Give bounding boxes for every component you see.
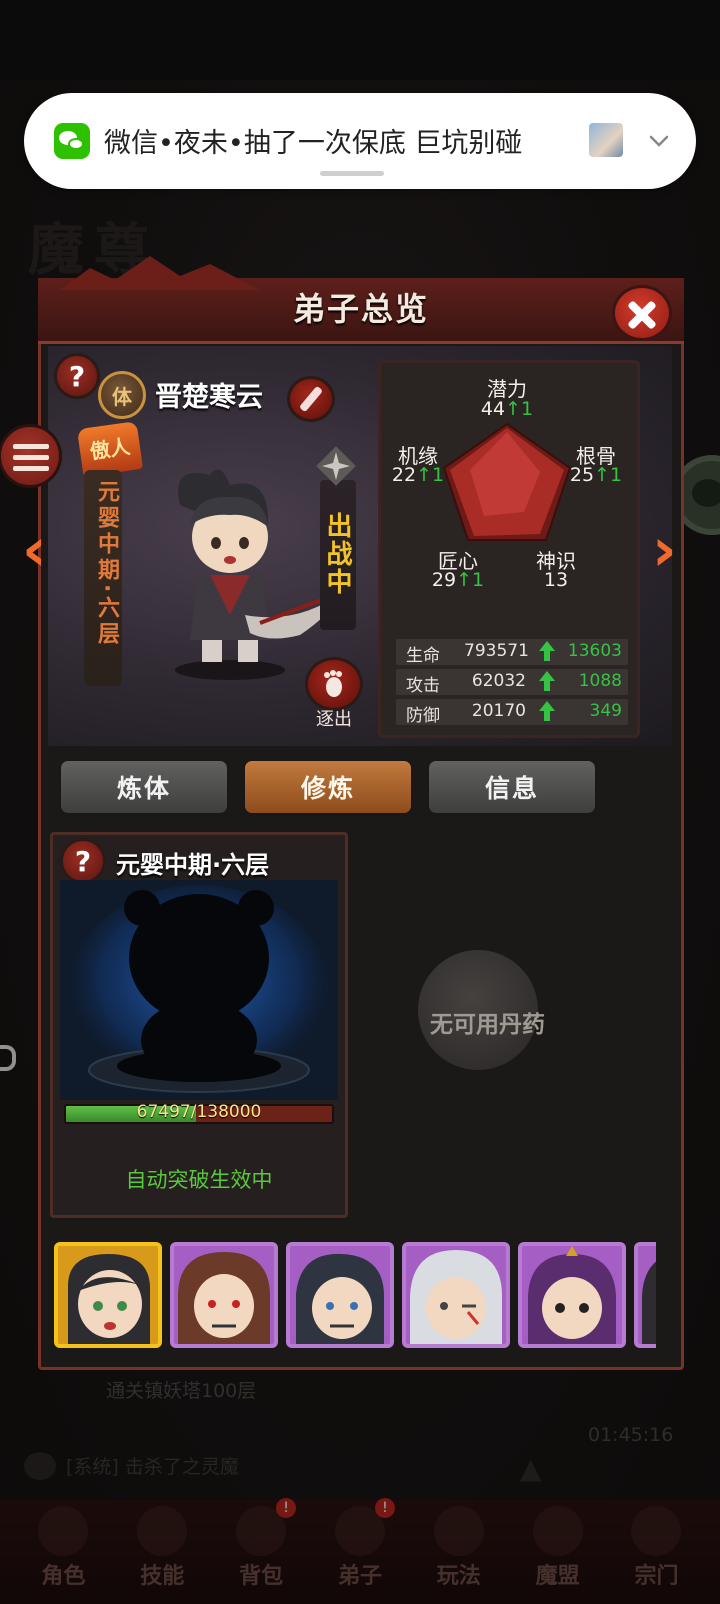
wechat-icon <box>54 123 90 159</box>
panel-title: 弟子总览 <box>292 290 429 328</box>
disciple-slot[interactable] <box>518 1242 626 1348</box>
stat-increase: 1088 <box>578 671 622 691</box>
attr-spirit-value: 13 <box>543 569 569 591</box>
up-arrow-icon: ↑ <box>456 569 472 591</box>
wechat-notification[interactable]: 微信•夜未•抽了一次保底 巨坑别碰 <box>24 93 696 189</box>
expel-label: 逐出 <box>316 709 352 730</box>
attr-inc: 1 <box>472 569 485 591</box>
combat-stat-row: 生命 793571 13603 <box>396 639 628 666</box>
menu-icon <box>13 444 49 449</box>
pen-icon <box>298 385 324 413</box>
deployed-status: 出战中 <box>322 512 352 596</box>
body-type-badge: 体 <box>98 371 146 419</box>
cultivation-realm: 元婴中期·六层 <box>116 851 270 879</box>
tab-cultivation[interactable]: 修炼 <box>242 758 414 816</box>
disciple-roster <box>48 1234 656 1352</box>
question-icon: ? <box>74 844 92 878</box>
up-arrow-icon: ↑ <box>505 398 521 420</box>
chevron-down-icon[interactable] <box>641 123 677 159</box>
stat-label: 生命 <box>406 646 440 666</box>
stat-value: 793571 <box>464 641 529 661</box>
menu-icon-bar <box>13 466 49 471</box>
meditation-silhouette-icon <box>60 880 338 1100</box>
status-bar-area <box>0 0 720 80</box>
tab-body-refining[interactable]: 炼体 <box>58 758 230 816</box>
drag-handle[interactable] <box>320 171 384 176</box>
body-type-label: 体 <box>112 384 132 409</box>
disciple-avatar <box>178 1252 270 1344</box>
disciple-slot[interactable] <box>170 1242 278 1348</box>
disciple-avatar <box>642 1261 656 1344</box>
combat-stat-row: 防御 20170 349 <box>396 699 628 726</box>
up-arrow-icon <box>539 701 555 721</box>
attribute-radar-chart <box>442 422 572 541</box>
disciple-avatar <box>410 1250 502 1344</box>
up-arrow-icon <box>539 641 555 661</box>
menu-icon-bar <box>13 455 49 460</box>
stat-increase: 349 <box>589 701 622 721</box>
attr-inc: 1 <box>521 398 534 420</box>
disciple-slot[interactable] <box>286 1242 394 1348</box>
talent-badge: 傲人 <box>76 421 144 477</box>
attr-value: 22 <box>391 464 417 486</box>
close-button[interactable] <box>612 285 672 341</box>
wechat-icon-bubble <box>68 138 84 150</box>
realm-vertical-text: 元婴中期·六层 <box>94 480 119 649</box>
auto-breakthrough-status: 自动突破生效中 <box>125 1168 273 1192</box>
crossed-swords-icon <box>316 446 356 486</box>
tab-info[interactable]: 信息 <box>426 758 598 816</box>
stat-value: 20170 <box>471 701 526 721</box>
footprint-icon <box>324 670 342 697</box>
attr-value: 29 <box>431 569 457 591</box>
disciple-avatar <box>296 1253 384 1344</box>
attr-potential-value: 44↑1 <box>467 398 547 420</box>
disciple-slot[interactable] <box>402 1242 510 1348</box>
notification-text: 微信•夜未•抽了一次保底 巨坑别碰 <box>104 128 523 159</box>
stat-label: 防御 <box>406 706 440 726</box>
sender-avatar <box>589 123 623 157</box>
side-menu-button[interactable] <box>0 424 62 488</box>
cultivation-help-button[interactable]: ? <box>60 838 106 884</box>
combat-stat-row: 攻击 62032 1088 <box>396 669 628 696</box>
exp-text: 67497/138000 <box>136 1102 262 1122</box>
stat-value: 62032 <box>471 671 526 691</box>
rename-button[interactable] <box>287 376 335 422</box>
attr-craft-value: 29↑1 <box>418 569 498 591</box>
question-icon: ? <box>68 359 86 393</box>
disciple-avatar <box>68 1254 150 1344</box>
stat-label: 攻击 <box>406 676 440 696</box>
stat-increase: 13603 <box>567 641 622 661</box>
disciple-slot[interactable] <box>54 1242 162 1348</box>
disciple-avatar <box>528 1246 616 1344</box>
attr-value: 44 <box>480 398 506 420</box>
up-arrow-icon: ↑ <box>594 464 610 486</box>
help-button[interactable]: ? <box>54 353 100 399</box>
attr-inc: 1 <box>610 464 623 486</box>
prev-disciple-arrow-icon[interactable]: ‹ <box>22 520 62 584</box>
up-arrow-icon: ↑ <box>416 464 432 486</box>
next-disciple-arrow-icon[interactable]: › <box>652 520 692 584</box>
character-name: 晋楚寒云 <box>155 382 263 413</box>
no-pills-text: 无可用丹药 <box>430 1012 545 1038</box>
disciple-slot[interactable] <box>634 1242 656 1348</box>
up-arrow-icon <box>539 671 555 691</box>
expel-button[interactable] <box>305 657 363 711</box>
